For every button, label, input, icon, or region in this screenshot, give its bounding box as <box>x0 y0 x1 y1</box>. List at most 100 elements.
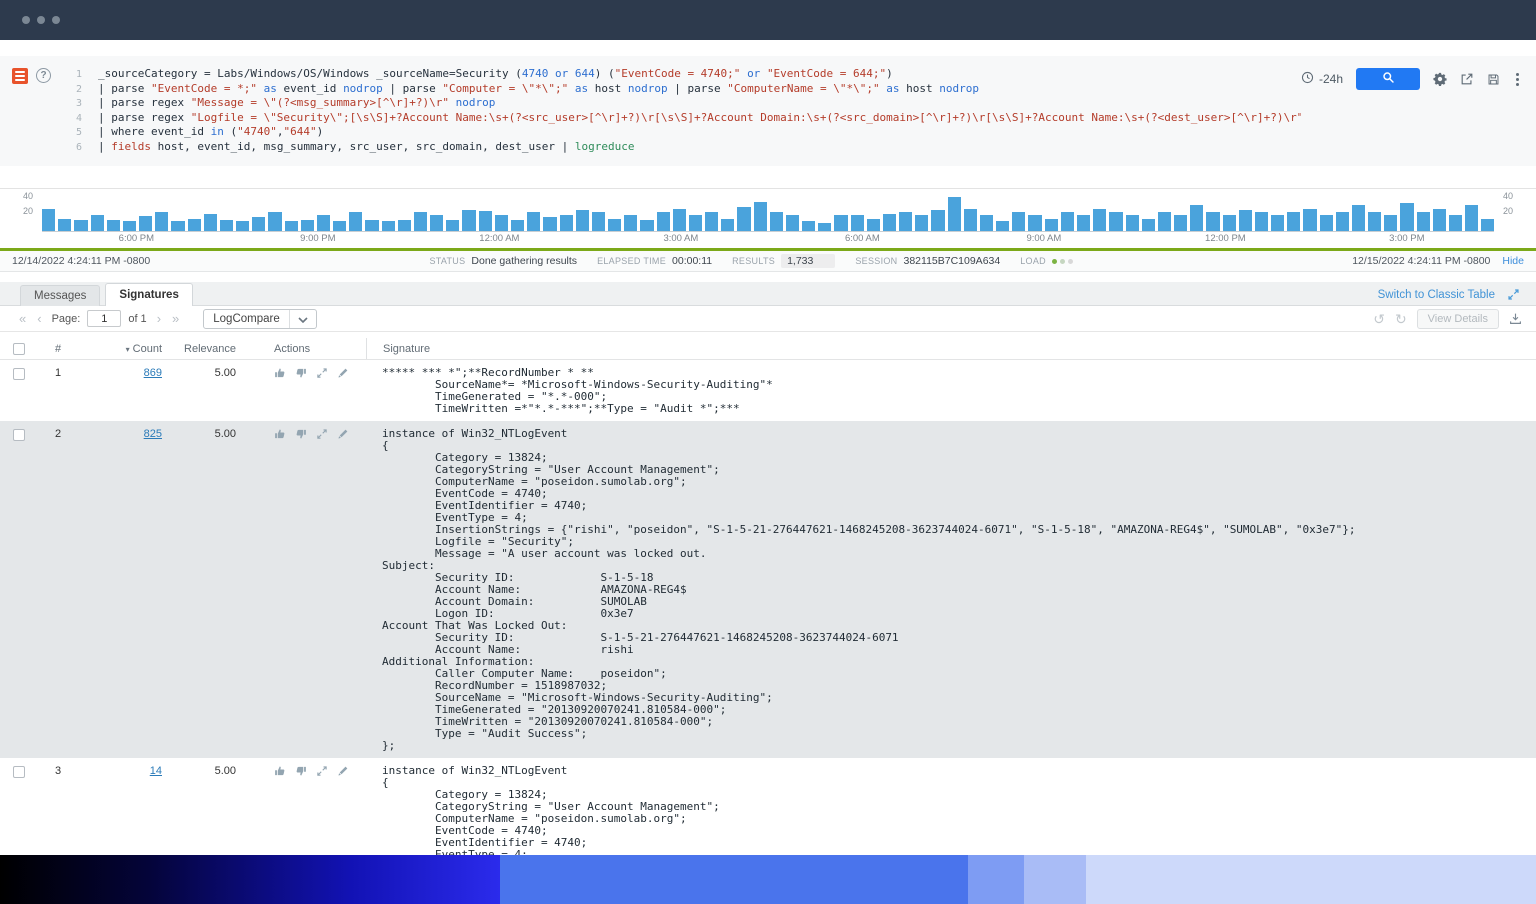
histogram-bar[interactable] <box>462 210 475 231</box>
histogram-bar[interactable] <box>42 209 55 231</box>
histogram-bar[interactable] <box>1303 209 1316 231</box>
query-line[interactable]: 3| parse regex "Message = \"(?<msg_summa… <box>62 96 1301 111</box>
query-line[interactable]: 4| parse regex "Logfile = \"Security\";[… <box>62 111 1301 126</box>
histogram-bar[interactable] <box>624 215 637 231</box>
histogram-bar[interactable] <box>737 207 750 231</box>
page-input[interactable] <box>87 310 121 327</box>
col-header-signature[interactable]: Signature <box>366 338 1536 359</box>
histogram-bar[interactable] <box>1255 212 1268 231</box>
histogram-bar[interactable] <box>365 220 378 231</box>
histogram-bar[interactable] <box>155 212 168 231</box>
thumbs-down-icon[interactable] <box>295 765 307 777</box>
histogram-bar[interactable] <box>220 220 233 231</box>
search-button[interactable] <box>1356 68 1420 90</box>
histogram-bar[interactable] <box>511 220 524 231</box>
histogram-bar[interactable] <box>543 217 556 231</box>
histogram-bar[interactable] <box>1449 215 1462 231</box>
histogram-bar[interactable] <box>1384 215 1397 231</box>
histogram-bar[interactable] <box>301 220 314 231</box>
histogram-bar[interactable] <box>268 212 281 231</box>
histogram-bar[interactable] <box>705 212 718 231</box>
redo-icon[interactable]: ↻ <box>1395 312 1407 326</box>
window-control-dot[interactable] <box>37 16 45 24</box>
histogram-bar[interactable] <box>527 212 540 231</box>
tab-signatures[interactable]: Signatures <box>105 283 192 306</box>
time-range-selector[interactable]: -24h <box>1301 71 1343 87</box>
histogram-bar[interactable] <box>948 197 961 231</box>
histogram-bar[interactable] <box>91 215 104 231</box>
histogram-bar[interactable] <box>1223 215 1236 231</box>
row-checkbox[interactable] <box>13 368 25 380</box>
histogram-bar[interactable] <box>479 211 492 231</box>
edit-signature-icon[interactable] <box>337 367 349 379</box>
col-header-number[interactable]: # <box>38 343 78 355</box>
histogram-bar[interactable] <box>1481 219 1494 231</box>
histogram-bar[interactable] <box>1239 210 1252 231</box>
histogram-bar[interactable] <box>560 215 573 231</box>
histogram-bar[interactable] <box>107 220 120 231</box>
histogram-bar[interactable] <box>1028 215 1041 231</box>
histogram-bar[interactable] <box>851 215 864 231</box>
histogram-bar[interactable] <box>576 210 589 231</box>
histogram-bar[interactable] <box>495 215 508 231</box>
count-link[interactable]: 14 <box>150 765 162 777</box>
help-icon[interactable]: ? <box>36 68 51 83</box>
histogram-bar[interactable] <box>171 221 184 231</box>
query-line[interactable]: 2| parse "EventCode = *;" as event_id no… <box>62 82 1301 97</box>
histogram-bar[interactable] <box>285 221 298 231</box>
histogram-bar[interactable] <box>786 215 799 231</box>
histogram-bar[interactable] <box>204 214 217 231</box>
histogram-bar[interactable] <box>802 221 815 231</box>
histogram-bar[interactable] <box>1400 203 1413 231</box>
settings-gear-icon[interactable] <box>1433 72 1447 86</box>
download-icon[interactable] <box>1509 312 1522 325</box>
histogram-bar[interactable] <box>252 217 265 231</box>
thumbs-up-icon[interactable] <box>274 765 286 777</box>
histogram-bar[interactable] <box>657 212 670 231</box>
histogram-bar[interactable] <box>58 219 71 231</box>
histogram-bar[interactable] <box>754 202 767 231</box>
table-row[interactable]: 28255.00 instance of Win32_NTLogEvent { … <box>0 421 1536 758</box>
edit-signature-icon[interactable] <box>337 428 349 440</box>
first-page-icon[interactable]: « <box>16 312 29 325</box>
histogram-bar[interactable] <box>430 215 443 231</box>
histogram-bar[interactable] <box>1142 219 1155 231</box>
histogram-bar[interactable] <box>446 220 459 231</box>
histogram-bar[interactable] <box>592 212 605 231</box>
histogram-bar[interactable] <box>996 221 1009 231</box>
histogram-bar[interactable] <box>1045 219 1058 231</box>
histogram-bar[interactable] <box>1077 215 1090 231</box>
row-checkbox[interactable] <box>13 429 25 441</box>
histogram-bar[interactable] <box>333 221 346 231</box>
row-checkbox[interactable] <box>13 766 25 778</box>
content-library-icon[interactable] <box>12 68 28 84</box>
share-icon[interactable] <box>1460 72 1474 86</box>
histogram-bar[interactable] <box>123 221 136 231</box>
histogram-bar[interactable] <box>1109 212 1122 231</box>
col-header-relevance[interactable]: Relevance <box>170 343 248 355</box>
histogram-bar[interactable] <box>608 219 621 231</box>
histogram-bar[interactable] <box>1336 212 1349 231</box>
prev-page-icon[interactable]: ‹ <box>34 312 44 325</box>
histogram-bar[interactable] <box>1174 215 1187 231</box>
histogram-bar[interactable] <box>721 219 734 231</box>
logcompare-dropdown[interactable]: LogCompare <box>203 309 316 329</box>
col-header-count[interactable]: ▾Count <box>78 343 170 355</box>
count-link[interactable]: 869 <box>144 367 162 379</box>
thumbs-up-icon[interactable] <box>274 428 286 440</box>
histogram-bar[interactable] <box>1206 212 1219 231</box>
edit-signature-icon[interactable] <box>337 765 349 777</box>
expand-results-icon[interactable] <box>1507 288 1520 301</box>
histogram-bar[interactable] <box>931 210 944 231</box>
histogram-bar[interactable] <box>1320 215 1333 231</box>
histogram-bar[interactable] <box>1061 212 1074 231</box>
histogram-bar[interactable] <box>317 215 330 231</box>
histogram-bar[interactable] <box>834 215 847 231</box>
histogram-bar[interactable] <box>1417 212 1430 231</box>
histogram-bar[interactable] <box>236 221 249 231</box>
histogram-bar[interactable] <box>673 209 686 231</box>
histogram-bar[interactable] <box>382 221 395 231</box>
histogram-bar[interactable] <box>964 209 977 231</box>
histogram-bar[interactable] <box>818 223 831 231</box>
expand-signature-icon[interactable] <box>316 367 328 379</box>
